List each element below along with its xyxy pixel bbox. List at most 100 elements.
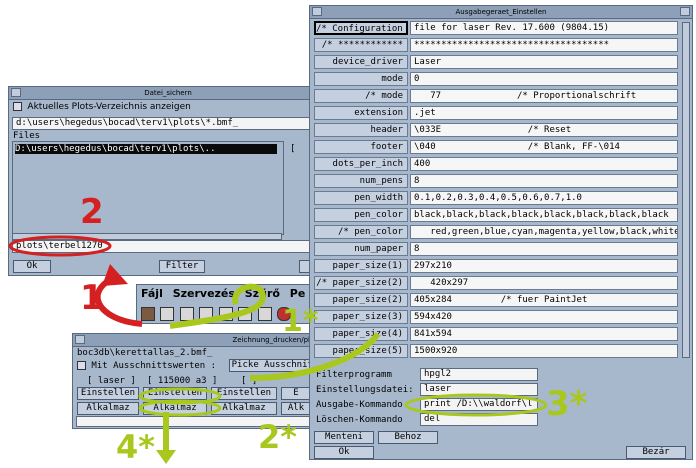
einstellen-button[interactable]: Einstellen: [77, 387, 139, 400]
cut-icon[interactable]: [257, 307, 272, 321]
person-icon[interactable]: [141, 307, 155, 321]
maximize-icon[interactable]: [680, 7, 690, 16]
row-key: /* paper_size(2): [314, 276, 408, 290]
einstellen-button[interactable]: E: [281, 387, 311, 400]
callout-2-star: 2*: [258, 418, 297, 456]
alkalmaz-button[interactable]: Alkalmaz: [77, 402, 139, 415]
row-value[interactable]: 77 /* Proportionalschrift: [410, 89, 678, 103]
row-value[interactable]: 297x210: [410, 259, 678, 273]
folder-icon[interactable]: [160, 307, 175, 321]
menu-bar: Fájl Szervezés Szűrő Pe: [141, 287, 305, 300]
row-value[interactable]: 0.1,0.2,0.3,0.4,0.5,0.6,0.7,1.0: [410, 191, 678, 205]
menu-filter[interactable]: Szűrő: [245, 287, 280, 300]
datei-sichern-titlebar[interactable]: Datei_sichern: [9, 87, 327, 100]
setting-label: Löschen-Kommando: [316, 415, 403, 425]
alkalmaz-button[interactable]: Alkalmaz: [143, 402, 207, 415]
vertical-scrollbar[interactable]: [682, 22, 690, 358]
menu-more[interactable]: Pe: [290, 287, 306, 300]
window-menu-icon[interactable]: [312, 7, 322, 16]
print-icon[interactable]: [218, 307, 233, 321]
list-item[interactable]: D:\users\hegedus\bocad\terv1\plots\..: [15, 144, 277, 154]
alkalmaz-button[interactable]: Alkalmaz: [211, 402, 277, 415]
row-value[interactable]: red,green,blue,cyan,magenta,yellow,black…: [410, 225, 678, 239]
row-key: dots_per_inch: [314, 157, 408, 171]
files-label: Files: [13, 131, 41, 141]
copy-icon[interactable]: [238, 307, 253, 321]
row-value[interactable]: 1500x920: [410, 344, 678, 358]
zeichnung-drucken-window: Zeichnung_drucken/plot boc3db\kerettalla…: [72, 333, 322, 429]
scale-field[interactable]: [ 115000 a3 ]: [147, 376, 217, 386]
row-key: paper_size(4): [314, 327, 408, 341]
callout-3-star: 3*: [546, 384, 588, 424]
ok-button[interactable]: Ok: [314, 446, 374, 459]
checkbox-icon[interactable]: [13, 102, 22, 111]
row-value[interactable]: 0: [410, 72, 678, 86]
alkalmaz-button[interactable]: Alk: [281, 402, 311, 415]
row-value[interactable]: file for laser Rev. 17.600 (9804.15): [410, 21, 678, 35]
arrow-green-down-head: [156, 450, 176, 464]
row-key: paper_size(1): [314, 259, 408, 273]
row-value[interactable]: 405x284 /* fuer PaintJet: [410, 293, 678, 307]
row-value[interactable]: 420x297: [410, 276, 678, 290]
setting-input[interactable]: hpgl2: [420, 368, 538, 381]
show-dir-checkbox-row[interactable]: Aktuelles Plots-Verzeichnis anzeigen: [13, 102, 191, 112]
filter-button[interactable]: Filter: [159, 260, 205, 273]
extra-field[interactable]: [ ]: [241, 376, 257, 386]
setting-label: Ausgabe-Kommando: [316, 400, 403, 410]
drawing-file: boc3db\kerettallas_2.bmf_: [77, 348, 213, 358]
callout-1-star: 1*: [282, 304, 319, 339]
row-value[interactable]: ************************************: [410, 38, 678, 52]
einstellen-button[interactable]: Einstellen: [211, 387, 277, 400]
setting-input[interactable]: laser: [420, 383, 538, 396]
menu-organize[interactable]: Szervezés: [173, 287, 235, 300]
row-value[interactable]: 841x594: [410, 327, 678, 341]
window-menu-icon[interactable]: [11, 88, 21, 97]
bezar-button[interactable]: Bezár: [626, 446, 686, 459]
selection-input[interactable]: plots\terbel1270: [12, 240, 324, 253]
setting-label: Filterprogramm: [316, 370, 392, 380]
row-key: device_driver: [314, 55, 408, 69]
ok-button[interactable]: Ok: [13, 260, 51, 273]
disk-icon[interactable]: [199, 307, 214, 321]
mit-checkbox-row[interactable]: Mit Ausschnittswerten :: [77, 361, 216, 371]
file-list[interactable]: D:\users\hegedus\bocad\terv1\plots\..: [12, 141, 284, 235]
row-value[interactable]: 8: [410, 174, 678, 188]
window-menu-icon[interactable]: [75, 335, 85, 344]
row-key: mode: [314, 72, 408, 86]
row-key: num_paper: [314, 242, 408, 256]
row-key: pen_width: [314, 191, 408, 205]
setting-input[interactable]: print /D:\\waldorf\l: [420, 398, 538, 411]
einstellen-button[interactable]: Einstellen: [143, 387, 207, 400]
picke-ausschnitt-button[interactable]: Picke Ausschnitt: [229, 359, 321, 372]
row-value[interactable]: Laser: [410, 55, 678, 69]
row-value[interactable]: \040 /* Blank, FF-\014: [410, 140, 678, 154]
setting-label: Einstellungsdatei:: [316, 385, 414, 395]
filter-path-input[interactable]: d:\users\hegedus\bocad\terv1\plots\*.bmf…: [12, 117, 324, 130]
window-title: Datei_sichern: [144, 89, 192, 97]
row-value[interactable]: 8: [410, 242, 678, 256]
row-key: extension: [314, 106, 408, 120]
printer-field[interactable]: [ laser ]: [87, 376, 136, 386]
checkbox-label: Aktuelles Plots-Verzeichnis anzeigen: [27, 102, 191, 112]
window-title: Ausgabegeraet_Einstellen: [455, 8, 547, 16]
row-value[interactable]: 400: [410, 157, 678, 171]
row-key: /* pen_color: [314, 225, 408, 239]
row-value[interactable]: .jet: [410, 106, 678, 120]
callout-4-star: 4*: [116, 428, 155, 466]
checkbox-icon[interactable]: [77, 361, 86, 370]
menu-file[interactable]: Fájl: [141, 287, 163, 300]
row-value[interactable]: black,black,black,black,black,black,blac…: [410, 208, 678, 222]
behoz-button[interactable]: Behoz: [378, 431, 438, 444]
save-icon[interactable]: [179, 307, 194, 321]
row-key: paper_size(5): [314, 344, 408, 358]
callout-2: 2: [80, 192, 104, 232]
ausgabe-titlebar[interactable]: Ausgabegeraet_Einstellen: [310, 6, 692, 19]
menteni-button[interactable]: Menteni: [314, 431, 374, 444]
row-key: footer: [314, 140, 408, 154]
row-value[interactable]: \033E /* Reset: [410, 123, 678, 137]
ausgabegeraet-window: Ausgabegeraet_Einstellen /* Configuratio…: [309, 5, 693, 460]
horizontal-scrollbar[interactable]: [12, 233, 282, 240]
setting-input[interactable]: del: [420, 413, 538, 426]
row-value[interactable]: 594x420: [410, 310, 678, 324]
row-key: paper_size(3): [314, 310, 408, 324]
